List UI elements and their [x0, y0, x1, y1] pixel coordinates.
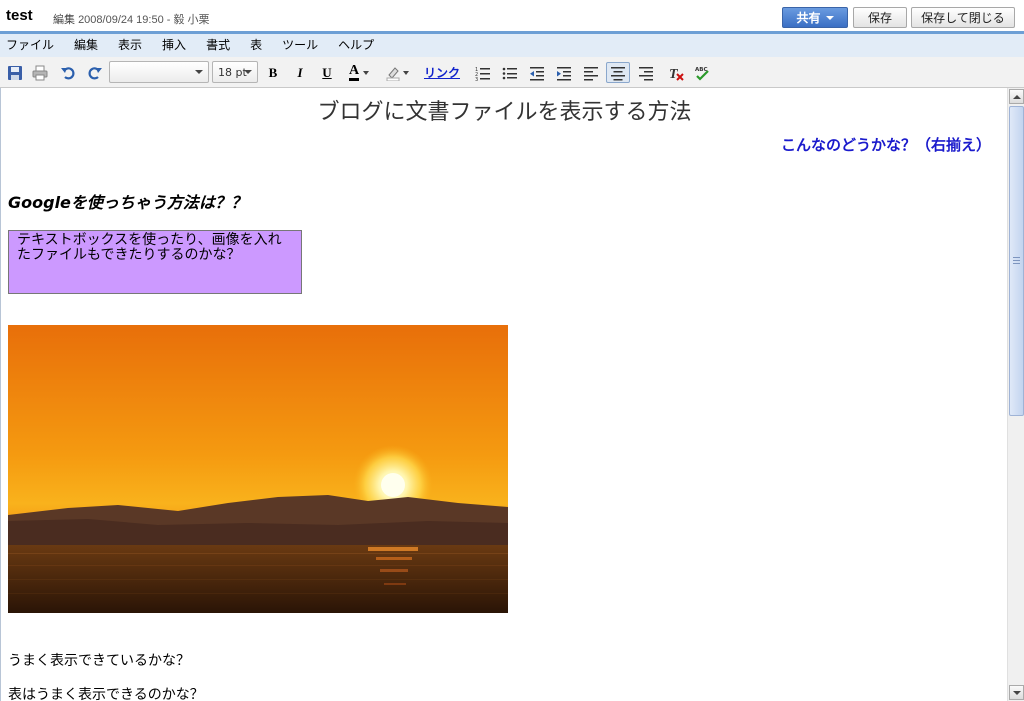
share-label: 共有: [796, 11, 821, 25]
italic-button[interactable]: I: [290, 62, 310, 83]
grip-line: [1013, 263, 1020, 264]
save-and-close-button[interactable]: 保存して閉じる: [911, 7, 1015, 28]
menu-tools[interactable]: ツール: [282, 34, 318, 57]
outdent-icon[interactable]: [526, 62, 548, 83]
font-select[interactable]: [109, 61, 209, 83]
chevron-down-icon: [825, 15, 834, 20]
svg-text:3: 3: [475, 77, 478, 81]
purple-textbox[interactable]: テキストボックスを使ったり、画像を入れたファイルもできたりするのかな？: [8, 230, 302, 294]
author-name: - 毅 小栗: [166, 14, 210, 26]
chevron-up-icon: [1012, 94, 1021, 99]
vertical-scrollbar[interactable]: [1007, 88, 1024, 701]
sunset-image[interactable]: [8, 325, 508, 613]
document-subheading[interactable]: Googleを使っちゃう方法は？？: [8, 189, 247, 213]
menu-edit[interactable]: 編集: [74, 34, 98, 57]
highlight-color-button[interactable]: [382, 62, 412, 83]
menu-view[interactable]: 表示: [118, 34, 142, 57]
menu-help[interactable]: ヘルプ: [338, 34, 374, 57]
print-icon[interactable]: [30, 62, 50, 83]
document-heading[interactable]: ブログに文書ファイルを表示する方法: [1, 94, 1007, 126]
bullet-list-icon[interactable]: [499, 62, 521, 83]
save-close-label: 保存して閉じる: [921, 11, 1005, 25]
underline-button[interactable]: U: [317, 62, 337, 83]
edit-timestamp: 2008/09/24 19:50: [78, 14, 164, 26]
formatting-toolbar: 18 pt B I U A リンク 123 T ABC: [0, 57, 1024, 88]
align-left-icon[interactable]: [580, 62, 602, 83]
bold-button[interactable]: B: [263, 62, 283, 83]
header-bar: test 編集 2008/09/24 19:50 - 毅 小栗 共有 保存 保存…: [0, 0, 1024, 32]
document-editor[interactable]: ブログに文書ファイルを表示する方法 こんなのどうかな？（右揃え） Googleを…: [0, 88, 1007, 701]
chevron-down-icon: [244, 70, 252, 74]
menu-bar: ファイル 編集 表示 挿入 書式 表 ツール ヘルプ: [0, 34, 1024, 57]
chevron-down-icon: [363, 70, 370, 75]
chevron-down-icon: [1012, 690, 1021, 695]
text-color-icon: A: [348, 64, 360, 81]
undo-icon[interactable]: [58, 62, 78, 83]
chevron-down-icon: [195, 70, 203, 74]
scroll-up-button[interactable]: [1009, 89, 1024, 104]
chevron-down-icon: [403, 70, 409, 75]
menu-format[interactable]: 書式: [206, 34, 230, 57]
save-icon[interactable]: [5, 62, 25, 83]
save-label: 保存: [867, 11, 892, 25]
spellcheck-icon[interactable]: ABC: [692, 62, 712, 83]
menu-insert[interactable]: 挿入: [162, 34, 186, 57]
font-size-value: 18 pt: [218, 65, 247, 79]
document-meta: 編集 2008/09/24 19:50 - 毅 小栗: [53, 11, 210, 27]
share-button[interactable]: 共有: [782, 7, 848, 28]
paragraph-1[interactable]: うまく表示できているかな？: [8, 650, 190, 670]
align-center-icon[interactable]: [606, 62, 630, 83]
edit-label: 編集: [53, 14, 75, 26]
indent-icon[interactable]: [553, 62, 575, 83]
numbered-list-icon[interactable]: 123: [472, 62, 494, 83]
text-color-button[interactable]: A: [344, 62, 374, 83]
right-aligned-line[interactable]: こんなのどうかな？（右揃え）: [781, 134, 991, 155]
grip-line: [1013, 257, 1020, 258]
menu-table[interactable]: 表: [250, 34, 262, 57]
paragraph-2[interactable]: 表はうまく表示できるのかな？: [8, 684, 204, 701]
scroll-thumb[interactable]: [1009, 106, 1024, 416]
insert-link-button[interactable]: リンク: [420, 62, 464, 83]
highlighter-icon: [386, 66, 400, 81]
menu-file[interactable]: ファイル: [6, 34, 54, 57]
clear-format-icon[interactable]: T: [666, 62, 686, 83]
scroll-down-button[interactable]: [1009, 685, 1024, 700]
align-right-icon[interactable]: [635, 62, 657, 83]
redo-icon[interactable]: [85, 62, 105, 83]
grip-line: [1013, 260, 1020, 261]
save-button[interactable]: 保存: [853, 7, 907, 28]
font-size-select[interactable]: 18 pt: [212, 61, 258, 83]
document-title[interactable]: test: [6, 7, 33, 24]
